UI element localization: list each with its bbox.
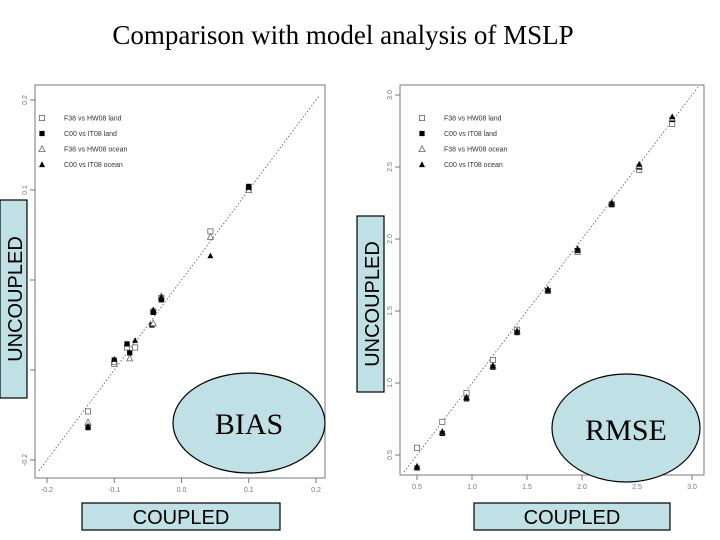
rmse-ylabel: UNCOUPLED [362,241,384,367]
open-square-point [439,418,446,425]
filled-square-point [124,341,130,347]
filled-square-point [39,130,45,137]
filled-triangle-point [669,113,676,120]
y-tick-label: -0.2 [22,454,29,466]
slide-canvas: -0.2-0.10.00.10.2-0.2-0.10.00.10.2F38 vs… [0,84,705,531]
legend-entry: F38 vs HW08 land [444,116,502,123]
y-tick-label: 0.5 [387,450,394,460]
x-tick-label: 2.0 [577,484,587,491]
legend-entry: C00 vs IT08 land [64,131,117,138]
open-square-point [132,344,139,351]
filled-triangle-point [39,161,45,168]
rmse-label: RMSE [585,414,667,447]
legend-entry: F38 vs HW08 ocean [444,147,508,154]
x-tick-label: 0.5 [412,484,422,491]
open-triangle-point [38,144,46,153]
legend-entry: C00 vs IT08 land [444,131,497,138]
filled-triangle-point [207,252,214,259]
x-tick-label: 1.0 [467,484,477,491]
y-tick-label: 2.5 [387,162,394,172]
filled-square-point [419,130,425,137]
y-tick-label: 0.1 [22,185,29,195]
x-tick-label: 0.2 [311,487,321,494]
bias-label: BIAS [215,408,283,441]
open-triangle-point [418,144,426,153]
bias-xlabel: COUPLED [133,507,230,529]
x-tick-label: -0.1 [108,487,120,494]
x-tick-label: -0.2 [41,487,53,494]
x-tick-label: 2.5 [632,484,642,491]
x-tick-label: 3.0 [687,484,697,491]
filled-triangle-point [419,161,425,168]
y-tick-label: 3.0 [387,90,394,100]
y-tick-label: 1.0 [387,378,394,388]
filled-triangle-point [636,160,643,167]
y-tick-label: 1.5 [387,306,394,316]
y-tick-label: 2.0 [387,234,394,244]
filled-triangle-point [132,337,139,343]
legend-entry: F38 vs HW08 land [64,116,122,123]
legend-entry: C00 vs IT08 ocean [444,162,503,169]
open-square-point [413,444,420,451]
y-tick-label: 0.2 [22,95,29,105]
x-tick-label: 0.0 [177,487,187,494]
legend-entry: C00 vs IT08 ocean [64,162,123,169]
open-square-point [85,408,92,415]
open-square-point [39,115,46,122]
open-square-point [418,115,425,122]
bias-ylabel: UNCOUPLED [5,236,27,362]
x-tick-label: 0.1 [244,487,254,494]
rmse-xlabel: COUPLED [524,507,621,529]
open-triangle-point [126,354,134,362]
legend-entry: F38 vs HW08 ocean [64,147,128,154]
x-tick-label: 1.5 [522,484,532,491]
open-triangle-point [206,232,215,240]
